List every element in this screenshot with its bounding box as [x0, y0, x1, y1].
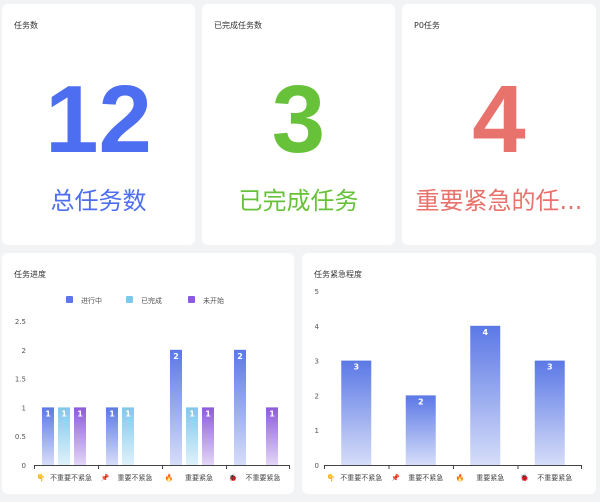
legend-label: 已完成	[141, 296, 162, 305]
category-icon: 🔥	[165, 473, 174, 482]
stat-value: 12	[45, 66, 152, 173]
x-tick-label: 不重要不紧急	[50, 473, 92, 482]
bar	[234, 349, 246, 465]
data-label: 1	[77, 409, 83, 418]
y-tick-label: 3	[315, 358, 319, 366]
stat-card-title: 已完成任务数	[214, 21, 262, 30]
legend-swatch	[188, 296, 195, 303]
progress-bar-chart: 进行中 已完成 未开始 0 0.5 1 1.5 2 2.5 👇 不重要不紧急 📌 重要不紧急 🔥 重要紧急 🐞…	[15, 296, 290, 482]
y-tick-label: 0	[315, 462, 319, 470]
data-label: 1	[125, 409, 131, 418]
stat-label: 已完成任务	[238, 187, 359, 215]
stat-value: 4	[472, 66, 526, 173]
urgency-bar-chart: 0 1 2 3 4 5 👇 不重要不紧急 📌 重要不紧急 🔥 重要紧急 🐞 不重要紧急 3 2 4 3	[315, 288, 582, 482]
stat-value: 3	[271, 66, 326, 173]
y-tick-label: 1	[315, 427, 319, 435]
x-tick-label: 重要不紧急	[408, 473, 443, 482]
data-label: 1	[45, 409, 51, 418]
x-tick-label: 不重要不紧急	[340, 473, 382, 482]
x-tick-label: 不重要紧急	[537, 473, 572, 482]
legend-swatch	[126, 296, 133, 303]
stat-card-title: 任务数	[14, 21, 38, 30]
bar	[170, 349, 182, 465]
y-tick-label: 2.5	[15, 318, 26, 326]
category-icon: 🐞	[520, 473, 529, 482]
data-label: 3	[547, 363, 553, 372]
y-tick-label: 2	[22, 347, 26, 355]
category-icon: 👇	[327, 473, 336, 482]
bar	[534, 360, 565, 465]
stat-card-completed: 已完成任务数 3 已完成任务	[202, 4, 395, 245]
data-label: 1	[189, 409, 195, 418]
category-icon: 📌	[391, 473, 400, 482]
stat-card-total: 任务数 12 总任务数	[2, 4, 195, 245]
urgency-chart-card: 任务紧急程度 0 1 2 3 4 5 👇 不重要不紧急 📌 重要不紧急 🔥 重要紧急 🐞 不重要紧急 3 2 4…	[302, 253, 596, 494]
data-label: 3	[353, 363, 359, 372]
data-label: 1	[61, 409, 67, 418]
legend-swatch	[66, 296, 73, 303]
data-label: 2	[173, 352, 179, 361]
category-icon: 👇	[37, 473, 46, 482]
y-tick-label: 2	[315, 392, 319, 400]
legend-label: 未开始	[203, 296, 224, 305]
y-tick-label: 0	[22, 462, 26, 470]
y-tick-label: 0.5	[15, 433, 26, 441]
data-label: 4	[482, 328, 488, 337]
data-label: 2	[418, 397, 424, 406]
category-icon: 🔥	[456, 473, 465, 482]
y-tick-label: 1	[22, 404, 26, 412]
legend-label: 进行中	[81, 296, 102, 305]
data-label: 1	[109, 409, 115, 418]
x-tick-label: 重要不紧急	[118, 473, 153, 482]
progress-chart-card: 任务进度 进行中 已完成 未开始 0 0.5 1 1.5 2 2.5 👇 不重要不紧急 📌 重要不紧急 🔥…	[2, 253, 294, 494]
data-label: 1	[205, 409, 211, 418]
data-label: 1	[269, 409, 275, 418]
bar	[470, 325, 501, 465]
stat-label: 重要紧急的任...	[415, 187, 583, 215]
y-tick-label: 1.5	[15, 376, 26, 384]
y-tick-label: 4	[315, 323, 320, 331]
x-tick-label: 重要紧急	[185, 473, 213, 482]
x-tick-label: 重要紧急	[476, 473, 504, 482]
stat-label: 总任务数	[50, 187, 147, 215]
stat-card-p0: P0任务 4 重要紧急的任...	[402, 4, 596, 245]
category-icon: 🐞	[229, 473, 238, 482]
x-tick-label: 不重要紧急	[246, 473, 281, 482]
category-icon: 📌	[101, 473, 110, 482]
bar	[341, 360, 372, 465]
stat-card-title: P0任务	[414, 21, 440, 30]
data-label: 2	[237, 352, 243, 361]
y-tick-label: 5	[315, 288, 319, 296]
